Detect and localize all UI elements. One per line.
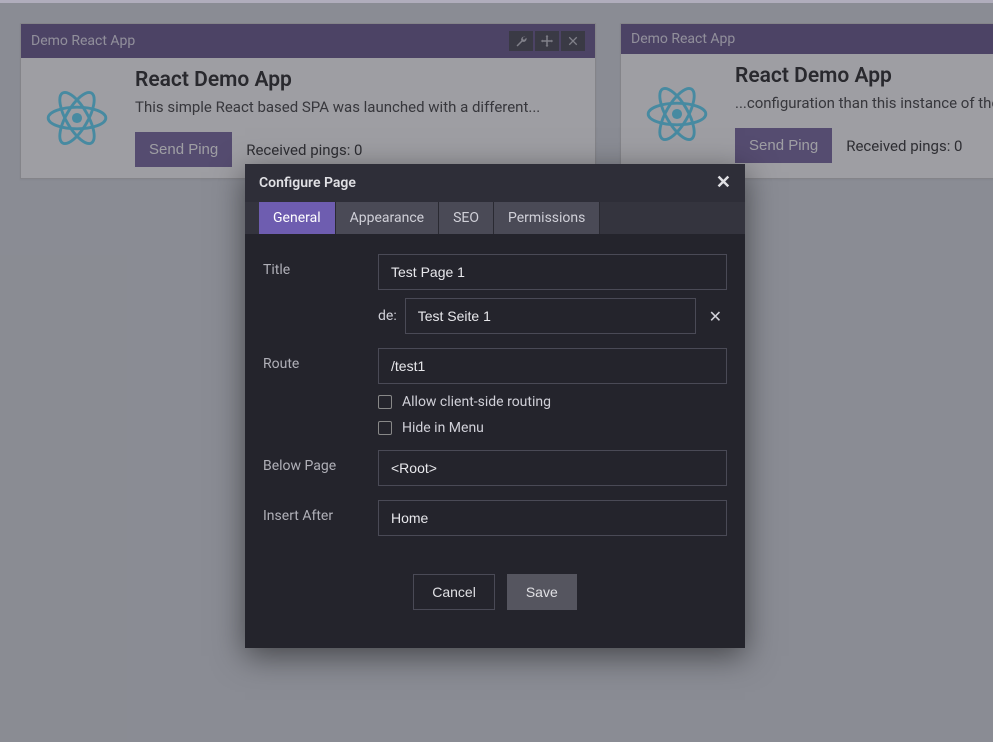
insert-after-row: Insert After bbox=[263, 500, 727, 536]
modal-header: Configure Page ✕ bbox=[245, 164, 745, 202]
allow-routing-label[interactable]: Allow client-side routing bbox=[402, 394, 551, 410]
modal-tabs: General Appearance SEO Permissions bbox=[245, 202, 745, 234]
below-page-row: Below Page bbox=[263, 450, 727, 486]
route-row: Route Allow client-side routing Hide in … bbox=[263, 348, 727, 436]
below-page-label: Below Page bbox=[263, 450, 368, 474]
tab-appearance[interactable]: Appearance bbox=[336, 202, 439, 234]
insert-after-input[interactable] bbox=[378, 500, 727, 536]
hide-menu-checkbox[interactable] bbox=[378, 421, 392, 435]
title-input[interactable] bbox=[378, 254, 727, 290]
close-icon[interactable]: ✕ bbox=[716, 174, 731, 192]
modal-body: Title de: ✕ Route Allow client-side rout… bbox=[245, 234, 745, 648]
route-label: Route bbox=[263, 348, 368, 372]
tab-seo[interactable]: SEO bbox=[439, 202, 494, 234]
remove-locale-icon[interactable]: ✕ bbox=[704, 307, 727, 326]
save-button[interactable]: Save bbox=[507, 574, 577, 610]
modal-title: Configure Page bbox=[259, 175, 356, 191]
hide-menu-label[interactable]: Hide in Menu bbox=[402, 420, 484, 436]
configure-page-modal: Configure Page ✕ General Appearance SEO … bbox=[245, 164, 745, 648]
de-prefix-label: de: bbox=[378, 308, 397, 324]
title-row: Title de: ✕ bbox=[263, 254, 727, 334]
title-de-input[interactable] bbox=[405, 298, 696, 334]
below-page-input[interactable] bbox=[378, 450, 727, 486]
tab-general[interactable]: General bbox=[259, 202, 336, 234]
allow-routing-row: Allow client-side routing bbox=[378, 394, 727, 410]
hide-menu-row: Hide in Menu bbox=[378, 420, 727, 436]
modal-footer: Cancel Save bbox=[263, 550, 727, 638]
title-de-row: de: ✕ bbox=[378, 298, 727, 334]
title-label: Title bbox=[263, 254, 368, 278]
route-input[interactable] bbox=[378, 348, 727, 384]
insert-after-label: Insert After bbox=[263, 500, 368, 524]
cancel-button[interactable]: Cancel bbox=[413, 574, 495, 610]
allow-routing-checkbox[interactable] bbox=[378, 395, 392, 409]
tab-permissions[interactable]: Permissions bbox=[494, 202, 600, 234]
